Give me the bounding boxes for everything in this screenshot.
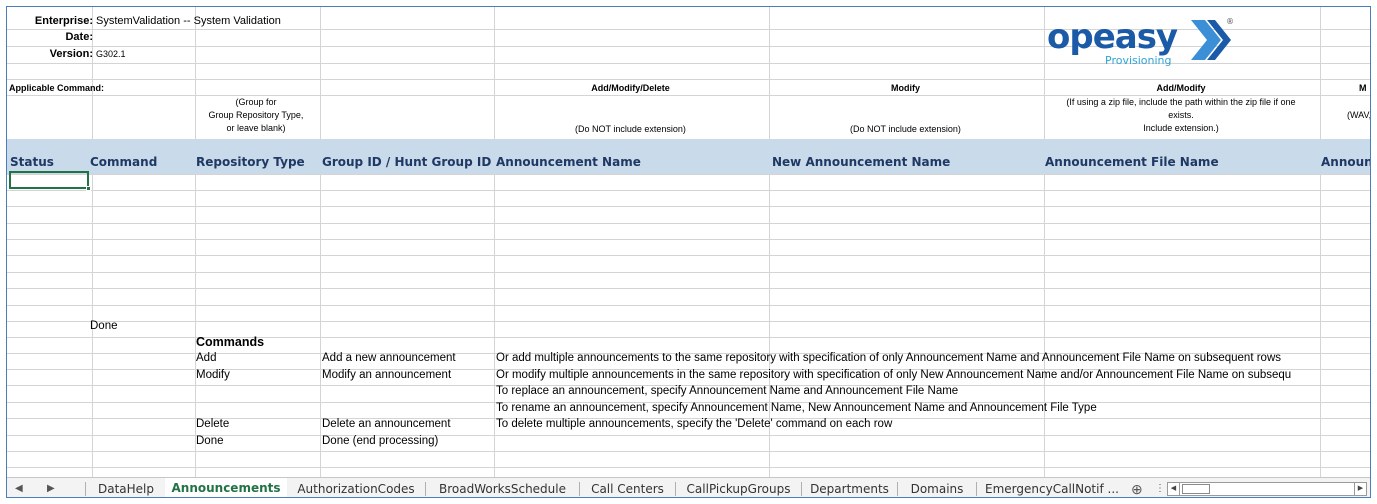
gridline-horizontal [7, 174, 1370, 175]
enterprise-label: Enterprise: [34, 15, 93, 27]
selected-cell[interactable] [9, 171, 89, 189]
gridline-horizontal [7, 255, 1370, 256]
worksheet-grid[interactable]: Enterprise: SystemValidation -- System V… [7, 7, 1371, 477]
fill-handle[interactable] [86, 186, 91, 191]
triangle-right-icon[interactable]: ▶ [47, 478, 55, 497]
hint-file-name-2: exists. [1168, 110, 1194, 120]
registered-mark: ® [1226, 17, 1234, 26]
command-note[interactable]: Or add multiple announcements to the sam… [496, 352, 1281, 365]
gridline-horizontal [7, 467, 1370, 468]
hint-file-name-1: (If using a zip file, include the path w… [1066, 97, 1296, 107]
logo-wordmark: opeasy [1047, 17, 1178, 57]
command-name[interactable]: Delete [196, 418, 229, 431]
command-note[interactable]: To replace an announcement, specify Anno… [496, 385, 958, 398]
hint-repository-type-2: Group Repository Type, [208, 110, 304, 120]
scroll-thumb[interactable] [1182, 484, 1210, 494]
gridline-horizontal [7, 95, 1370, 96]
command-desc[interactable]: Delete an announcement [322, 418, 451, 431]
command-desc[interactable]: Done (end processing) [322, 435, 438, 448]
command-note[interactable]: To rename an announcement, specify Annou… [496, 402, 1097, 415]
note-announcement-file-name: Add/Modify [1156, 83, 1206, 93]
date-label: Date: [65, 31, 93, 43]
hint-file-name-3: Include extension.) [1143, 123, 1219, 133]
tab-broadworksschedule[interactable]: BroadWorksSchedule [426, 478, 579, 497]
sheet-tab-bar: ◀ ▶ DataHelp Announcements Authorization… [7, 477, 1370, 497]
scroll-left-icon[interactable]: ◀ [1168, 483, 1180, 495]
gridline-horizontal [7, 272, 1370, 273]
note-new-announcement-name: Modify [891, 83, 920, 93]
gridline-vertical [494, 7, 495, 477]
command-name[interactable]: Done [196, 435, 224, 448]
tab-datahelp[interactable]: DataHelp [87, 478, 165, 497]
command-note[interactable]: To delete multiple announcements, specif… [496, 418, 892, 431]
gridline-horizontal [7, 206, 1370, 207]
tab-separator [85, 482, 86, 496]
hint-repository-type-3: or leave blank) [226, 123, 286, 133]
logo-subtitle: Provisioning [1105, 54, 1172, 67]
gridline-vertical [320, 7, 321, 477]
tab-departments[interactable]: Departments [802, 478, 897, 497]
gridline-horizontal [7, 239, 1370, 240]
tab-emergencycallnotif[interactable]: EmergencyCallNotif ... [977, 478, 1127, 497]
note-announcement-name: Add/Modify/Delete [591, 83, 670, 93]
col-header-command[interactable]: Command [90, 155, 157, 169]
command-name[interactable]: Modify [196, 369, 230, 382]
col-header-new-announcement-name[interactable]: New Announcement Name [772, 155, 950, 169]
scroll-right-icon[interactable]: ▶ [1354, 483, 1366, 495]
commands-heading: Commands [196, 335, 265, 349]
command-name[interactable]: Add [196, 352, 216, 365]
note-truncated: M [1359, 83, 1367, 93]
hint-truncated: (WAV, [1347, 110, 1371, 120]
col-header-repository-type[interactable]: Repository Type [196, 155, 305, 169]
col-header-group-id[interactable]: Group ID / Hunt Group ID [322, 155, 491, 169]
col-header-announcement-name[interactable]: Announcement Name [496, 155, 641, 169]
command-note[interactable]: Or modify multiple announcements in the … [496, 369, 1291, 382]
tab-domains[interactable]: Domains [898, 478, 976, 497]
tab-authorizationcodes[interactable]: AuthorizationCodes [287, 478, 425, 497]
col-header-announcement-file-name[interactable]: Announcement File Name [1045, 155, 1219, 169]
tab-callpickupgroups[interactable]: CallPickupGroups [676, 478, 801, 497]
plus-circle-icon[interactable]: ⊕ [1131, 478, 1143, 497]
hint-announcement-name: (Do NOT include extension) [575, 124, 686, 134]
col-header-status[interactable]: Status [10, 155, 54, 169]
hint-repository-type-1: (Group for [235, 97, 277, 107]
opeasy-logo: opeasy ® Provisioning [1047, 17, 1234, 67]
done-row-cell[interactable]: Done [90, 320, 118, 333]
enterprise-value[interactable]: SystemValidation -- System Validation [96, 15, 281, 28]
gridline-horizontal [7, 321, 1370, 322]
command-desc[interactable]: Modify an announcement [322, 369, 451, 382]
version-label: Version: [49, 48, 93, 60]
gridline-vertical [92, 7, 93, 477]
col-header-truncated[interactable]: Announc [1321, 155, 1370, 169]
triangle-right-icon[interactable]: ◀ [15, 478, 23, 497]
spreadsheet-window: Enterprise: SystemValidation -- System V… [6, 6, 1371, 498]
gridline-horizontal [7, 451, 1370, 452]
gridline-horizontal [7, 288, 1370, 289]
gridline-vertical [1320, 7, 1321, 477]
horizontal-scrollbar[interactable]: ◀ ▶ [1167, 482, 1367, 496]
vertical-ellipsis-icon[interactable]: ⋮ [1155, 478, 1165, 497]
applicable-command-label: Applicable Command: [9, 83, 105, 93]
gridline-horizontal [7, 223, 1370, 224]
gridline-horizontal [7, 305, 1370, 306]
gridline-vertical [195, 7, 196, 477]
hint-new-announcement-name: (Do NOT include extension) [850, 124, 961, 134]
tab-call-centers[interactable]: Call Centers [580, 478, 675, 497]
gridline-horizontal [7, 79, 1370, 80]
command-desc[interactable]: Add a new announcement [322, 352, 456, 365]
gridline-horizontal [7, 190, 1370, 191]
tab-announcements[interactable]: Announcements [165, 478, 287, 497]
version-value[interactable]: G302.1 [96, 49, 126, 60]
